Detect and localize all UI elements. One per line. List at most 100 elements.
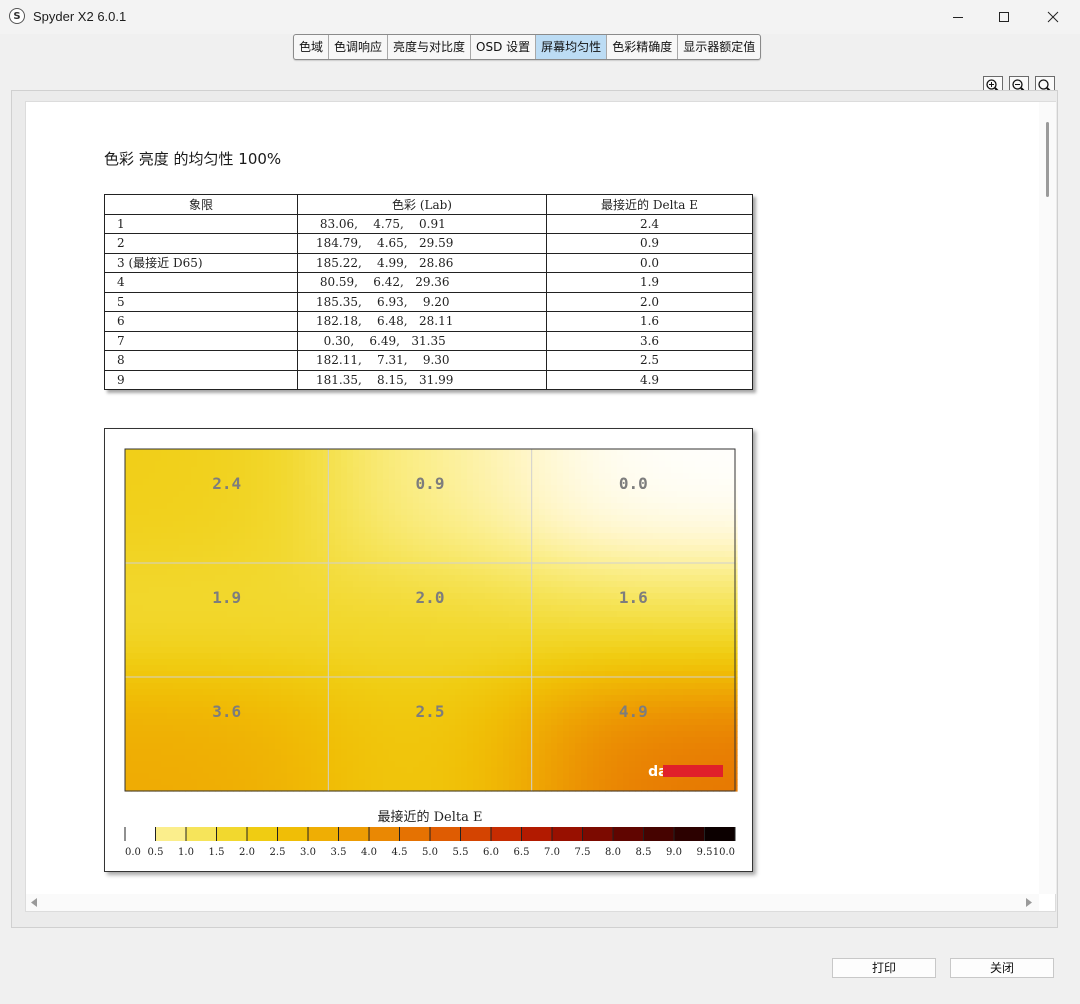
table-row: 3 (最接近 D65) 185.22, 4.99, 28.86 0.0 — [104, 252, 753, 273]
lab-cell: 184.79, 4.65, 29.59 — [297, 233, 547, 254]
delta-e-cell: 2.0 — [546, 291, 753, 312]
table-row: 8 182.11, 7.31, 9.30 2.5 — [104, 350, 753, 371]
table-row: 6 182.18, 6.48, 28.11 1.6 — [104, 311, 753, 332]
quadrant-cell: 7 — [104, 330, 298, 351]
table-row: 5 185.35, 6.93, 9.20 2.0 — [104, 291, 753, 312]
colorbar-swatch — [155, 827, 187, 841]
quadrant-cell: 5 — [104, 291, 298, 312]
datacolor-accent-bar — [663, 765, 723, 777]
quadrant-value-label: 4.9 — [619, 702, 648, 721]
tab-screen-uniformity[interactable]: 屏幕均匀性 — [536, 35, 608, 59]
colorbar-tick-label: 1.0 — [178, 847, 194, 858]
colorbar-swatch — [308, 827, 339, 841]
colorbar-swatch — [674, 827, 705, 841]
colorbar-tick-label: 4.0 — [361, 847, 377, 858]
quadrant-value-label: 0.9 — [416, 474, 445, 493]
uniformity-heatmap: 2.40.90.01.92.01.63.62.54.9datacolor最接近的… — [124, 448, 738, 858]
quadrant-cell: 4 — [104, 272, 298, 293]
print-button[interactable]: 打印 — [832, 958, 936, 978]
quadrant-value-label: 2.0 — [416, 588, 445, 607]
colorbar-swatch — [460, 827, 492, 841]
lab-cell: 185.22, 4.99, 28.86 — [297, 252, 547, 273]
maximize-icon — [999, 12, 1009, 22]
scroll-right-arrow-icon[interactable] — [1025, 898, 1033, 907]
delta-e-cell: 0.0 — [546, 252, 753, 273]
delta-e-cell: 1.6 — [546, 311, 753, 332]
colorbar-tick-label: 4.5 — [392, 847, 408, 858]
colorbar-title: 最接近的 Delta E — [377, 809, 482, 825]
uniformity-table: 象限 色彩 (Lab) 最接近的 Delta E 1 83.06, 4.75, … — [104, 194, 753, 390]
colorbar-swatch — [277, 827, 309, 841]
colorbar-tick-label: 2.5 — [270, 847, 286, 858]
quadrant-value-label: 2.4 — [212, 474, 241, 493]
tab-brightness-contrast[interactable]: 亮度与对比度 — [388, 35, 472, 59]
vertical-scrollbar[interactable] — [1039, 102, 1056, 894]
quadrant-cell: 2 — [104, 233, 298, 254]
quadrant-value-label: 0.0 — [619, 474, 648, 493]
title-bar: S Spyder X2 6.0.1 — [0, 0, 1080, 34]
table-header-row: 象限 色彩 (Lab) 最接近的 Delta E — [104, 194, 753, 215]
table-row: 1 83.06, 4.75, 0.91 2.4 — [104, 213, 753, 234]
column-header-quadrant: 象限 — [104, 194, 298, 215]
quadrant-value-label: 3.6 — [212, 702, 241, 721]
tab-display-rating[interactable]: 显示器额定值 — [678, 35, 760, 59]
tab-color-accuracy[interactable]: 色彩精确度 — [607, 35, 679, 59]
maximize-button[interactable] — [981, 0, 1027, 34]
colorbar-tick-label: 7.0 — [544, 847, 560, 858]
minimize-icon — [953, 17, 963, 18]
lab-cell: 80.59, 6.42, 29.36 — [297, 272, 547, 293]
colorbar-swatch — [338, 827, 370, 841]
colorbar-swatch — [582, 827, 614, 841]
horizontal-scrollbar[interactable] — [26, 894, 1039, 911]
tab-gamut[interactable]: 色域 — [294, 35, 330, 59]
colorbar-tick-label: 10.0 — [713, 847, 735, 858]
close-button[interactable]: 关闭 — [950, 958, 1054, 978]
colorbar-tick-label: 5.5 — [453, 847, 469, 858]
colorbar-tick-label: 9.5 — [697, 847, 713, 858]
colorbar-swatch — [186, 827, 217, 841]
delta-e-cell: 2.5 — [546, 350, 753, 371]
lab-cell: 181.35, 8.15, 31.99 — [297, 369, 547, 390]
colorbar-tick-label: 9.0 — [666, 847, 682, 858]
colorbar-tick-label: 7.5 — [575, 847, 591, 858]
colorbar-swatch — [216, 827, 248, 841]
report-panel: 色彩 亮度 的均匀性 100% 象限 色彩 (Lab) 最接近的 Delta E… — [25, 101, 1056, 912]
colorbar-tick-label: 5.0 — [422, 847, 438, 858]
colorbar-swatch — [399, 827, 431, 841]
colorbar-swatch — [247, 827, 278, 841]
tab-tone-response[interactable]: 色调响应 — [329, 35, 389, 59]
colorbar-swatch — [491, 827, 522, 841]
column-header-delta-e: 最接近的 Delta E — [546, 194, 753, 215]
delta-e-cell: 0.9 — [546, 233, 753, 254]
heatmap-field — [125, 449, 738, 792]
colorbar-tick-label: 6.0 — [483, 847, 499, 858]
quadrant-cell: 1 — [104, 213, 298, 234]
uniformity-heatmap-frame: 2.40.90.01.92.01.63.62.54.9datacolor最接近的… — [104, 428, 753, 872]
colorbar-tick-label: 1.5 — [209, 847, 225, 858]
colorbar-swatch — [552, 827, 583, 841]
tab-osd-settings[interactable]: OSD 设置 — [471, 35, 537, 59]
report-tabs: 色域 色调响应 亮度与对比度 OSD 设置 屏幕均匀性 色彩精确度 显示器额定值 — [293, 34, 762, 60]
lab-cell: 185.35, 6.93, 9.20 — [297, 291, 547, 312]
table-row: 9 181.35, 8.15, 31.99 4.9 — [104, 369, 753, 390]
quadrant-value-label: 1.9 — [212, 588, 241, 607]
colorbar-tick-label: 6.5 — [514, 847, 530, 858]
vertical-scroll-thumb[interactable] — [1046, 122, 1049, 197]
window-title: Spyder X2 6.0.1 — [33, 9, 127, 24]
report-title: 色彩 亮度 的均匀性 100% — [104, 150, 282, 168]
close-icon — [1047, 11, 1059, 23]
colorbar-tick-label: 8.0 — [605, 847, 621, 858]
colorbar-swatch — [125, 827, 156, 841]
scroll-left-arrow-icon[interactable] — [30, 898, 38, 907]
quadrant-cell: 3 (最接近 D65) — [104, 252, 298, 273]
quadrant-cell: 8 — [104, 350, 298, 371]
colorbar-tick-label: 0.0 — [125, 847, 141, 858]
colorbar-tick-label: 3.0 — [300, 847, 316, 858]
delta-e-cell: 3.6 — [546, 330, 753, 351]
minimize-button[interactable] — [935, 0, 981, 34]
quadrant-value-label: 2.5 — [416, 702, 445, 721]
colorbar-swatch — [430, 827, 461, 841]
table-row: 2 184.79, 4.65, 29.59 0.9 — [104, 233, 753, 254]
colorbar-tick-label: 8.5 — [636, 847, 652, 858]
close-window-button[interactable] — [1030, 0, 1076, 34]
